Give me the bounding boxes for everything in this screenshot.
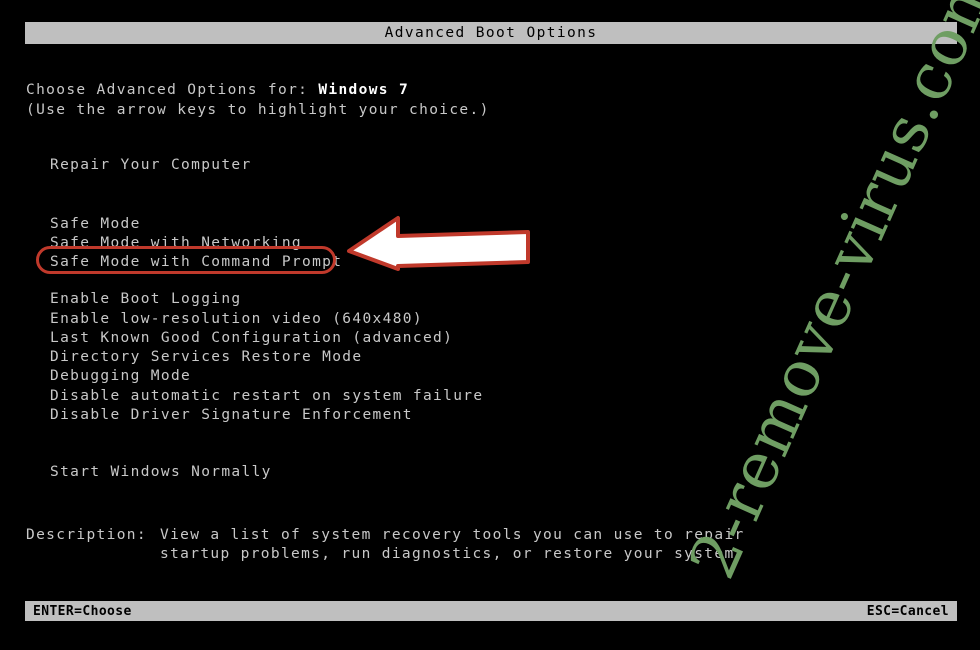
status-bar: ENTER=Choose ESC=Cancel <box>25 601 957 621</box>
menu-item-safe-mode[interactable]: Safe Mode <box>50 214 141 234</box>
description-label: Description: <box>26 527 147 543</box>
description-text-line-2: startup problems, run diagnostics, or re… <box>160 546 745 562</box>
watermark-text: 2-remove-virus.com <box>676 0 980 590</box>
menu-item-enable-low-resolution-video[interactable]: Enable low-resolution video (640x480) <box>50 309 423 329</box>
menu-item-start-windows-normally[interactable]: Start Windows Normally <box>50 462 272 482</box>
choose-options-prefix: Choose Advanced Options for: <box>26 82 319 98</box>
menu-item-disable-automatic-restart[interactable]: Disable automatic restart on system fail… <box>50 386 483 406</box>
menu-item-directory-services-restore-mode[interactable]: Directory Services Restore Mode <box>50 347 362 367</box>
window-title: Advanced Boot Options <box>384 25 598 41</box>
arrow-keys-hint: (Use the arrow keys to highlight your ch… <box>26 102 490 118</box>
left-arrow-icon <box>347 216 530 271</box>
menu-item-repair-your-computer[interactable]: Repair Your Computer <box>50 155 252 175</box>
esc-cancel-hint: ESC=Cancel <box>866 603 949 619</box>
highlight-box-safe-mode-with-command-prompt <box>36 246 336 274</box>
menu-item-last-known-good-configuration[interactable]: Last Known Good Configuration (advanced) <box>50 328 453 348</box>
window-title-bar: Advanced Boot Options <box>25 22 957 44</box>
menu-item-disable-driver-signature-enforcement[interactable]: Disable Driver Signature Enforcement <box>50 405 413 425</box>
menu-item-enable-boot-logging[interactable]: Enable Boot Logging <box>50 289 242 309</box>
description-text-line-1: View a list of system recovery tools you… <box>160 527 745 543</box>
advanced-boot-options-screen: Advanced Boot Options Choose Advanced Op… <box>0 0 980 650</box>
choose-options-prompt: Choose Advanced Options for: Windows 7 <box>26 80 409 100</box>
menu-item-debugging-mode[interactable]: Debugging Mode <box>50 366 191 386</box>
enter-choose-hint: ENTER=Choose <box>33 603 132 619</box>
target-os-name: Windows 7 <box>318 82 410 98</box>
